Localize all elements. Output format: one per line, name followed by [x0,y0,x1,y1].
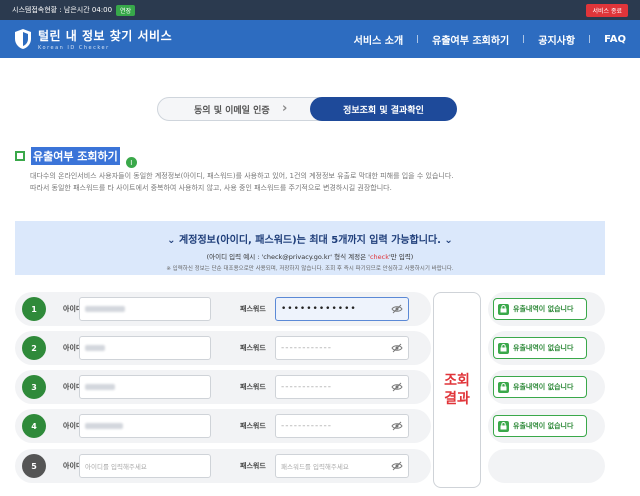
no-leak-badge: 유출내역이 없습니다 [493,415,587,437]
password-label: 패스워드 [240,422,266,430]
notice-title: ⌄ 계정정보(아이디, 패스워드)는 최대 5개까지 입력 가능합니다. ⌄ [15,231,605,246]
account-row: 3 아이디 패스워드 ------------ [15,370,431,404]
session-status: 시스템접속현황 : 남은시간 04:00 연장 [12,4,136,16]
nav-service-intro[interactable]: 서비스 소개 [354,32,403,47]
section-header: 유출여부 조회하기 I [15,143,137,168]
password-mask: ------------ [281,421,332,431]
id-input[interactable] [79,336,211,360]
site-logo[interactable]: 털린 내 정보 찾기 서비스 Korean ID Checker [14,27,172,51]
logo-subtitle: Korean ID Checker [38,45,110,51]
nav-notice[interactable]: 공지사항 [538,32,575,47]
no-leak-badge: 유출내역이 없습니다 [493,376,587,398]
no-leak-text: 유출내역이 없습니다 [513,305,574,313]
password-label: 패스워드 [240,344,266,352]
row-number: 1 [22,297,46,321]
password-input[interactable]: ------------ [275,414,409,438]
description-line-1: 대다수의 온라인서비스 사용자들이 동일한 계정정보(아이디, 패스워드)를 사… [30,172,454,180]
notice-example: (아이디 입력 예시 : 'check@privacy.go.kr' 형식 계정… [15,251,605,261]
result-cell: 유출내역이 없습니다 [488,292,605,326]
no-leak-text: 유출내역이 없습니다 [513,344,574,352]
no-leak-badge: 유출내역이 없습니다 [493,337,587,359]
input-notice-box: ⌄ 계정정보(아이디, 패스워드)는 최대 5개까지 입력 가능합니다. ⌄ (… [15,221,605,275]
password-mask: ------------ [281,382,332,392]
lock-icon [498,381,509,393]
eye-off-icon[interactable] [391,304,403,314]
password-label: 패스워드 [240,462,266,470]
no-leak-text: 유출내역이 없습니다 [513,383,574,391]
checkbox-icon [15,150,25,161]
lookup-result-label: 조회 결과 [444,373,470,407]
nav-divider [523,35,525,43]
chevron-down-icon: ⌄ [440,235,453,246]
session-timer-text: 시스템접속현황 : 남은시간 04:00 [12,6,113,14]
eye-off-icon[interactable] [391,343,403,353]
logo-title: 털린 내 정보 찾기 서비스 [38,29,173,43]
eye-off-icon[interactable] [391,421,403,431]
nav-divider [417,35,419,43]
result-cell: 유출내역이 없습니다 [488,331,605,365]
chevron-down-icon: ⌄ [167,235,180,246]
account-row: 1 아이디 패스워드 •••••••••••• [15,292,431,326]
result-cell-empty [488,449,605,483]
step-consent-label: 동의 및 이메일 인증 [194,105,270,116]
text-cursor-icon: I [125,157,137,168]
nav-leak-check[interactable]: 유출여부 조회하기 [432,32,509,47]
id-input[interactable] [79,414,211,438]
account-row: 2 아이디 패스워드 ------------ [15,331,431,365]
result-cell: 유출내역이 없습니다 [488,409,605,443]
chevron-right-icon: › [282,101,288,116]
lookup-result-button[interactable]: 조회 결과 [433,292,481,488]
password-input[interactable]: 패스워드를 입력해주세요 [275,454,409,478]
extend-session-button[interactable]: 연장 [116,4,136,16]
password-label: 패스워드 [240,383,266,391]
eye-off-icon[interactable] [391,461,403,471]
password-input[interactable]: ------------ [275,336,409,360]
row-number: 2 [22,336,46,360]
password-label: 패스워드 [240,305,266,313]
no-leak-text: 유출내역이 없습니다 [513,422,574,430]
section-description: 대다수의 온라인서비스 사용자들이 동일한 계정정보(아이디, 패스워드)를 사… [30,170,590,194]
id-input[interactable] [79,375,211,399]
notice-example-suffix: '만 입력) [389,253,414,261]
lock-icon [498,303,509,315]
section-title: 유출여부 조회하기 [31,146,120,165]
password-input[interactable]: •••••••••••• [275,297,409,321]
notice-example-highlight: check [369,253,389,261]
lock-icon [498,342,509,354]
notice-privacy-note: ※ 입력하신 정보는 단순 대조용으로만 사용되며, 저장하지 않습니다. 조회… [166,266,454,272]
account-row: 4 아이디 패스워드 ------------ [15,409,431,443]
password-mask: ------------ [281,343,332,353]
shield-icon [15,29,31,49]
site-header: 털린 내 정보 찾기 서비스 Korean ID Checker 서비스 소개 … [0,20,640,58]
main-nav: 서비스 소개 유출여부 조회하기 공지사항 FAQ [354,32,626,47]
id-input[interactable]: 아이디를 입력해주세요 [79,454,211,478]
account-row: 5 아이디 아이디를 입력해주세요 패스워드 패스워드를 입력해주세요 [15,449,431,483]
notice-example-prefix: (아이디 입력 예시 : 'check@privacy.go.kr' 형식 계정… [206,253,370,261]
row-number: 5 [22,454,46,478]
top-status-bar: 시스템접속현황 : 남은시간 04:00 연장 서비스 종료 [0,0,640,20]
id-placeholder: 아이디를 입력해주세요 [85,463,147,471]
end-service-button[interactable]: 서비스 종료 [586,3,628,17]
no-leak-badge: 유출내역이 없습니다 [493,298,587,320]
nav-divider [589,35,591,43]
password-mask: •••••••••••• [281,304,357,314]
step-lookup-result: 정보조회 및 결과확인 [310,97,457,121]
result-cell: 유출내역이 없습니다 [488,370,605,404]
lock-icon [498,420,509,432]
description-line-2: 따라서 동일한 패스워드를 타 사이트에서 중복하여 사용하지 않고, 사용 중… [30,184,392,192]
password-input[interactable]: ------------ [275,375,409,399]
row-number: 3 [22,375,46,399]
progress-steps: 동의 및 이메일 인증 › 정보조회 및 결과확인 [157,97,457,121]
password-placeholder: 패스워드를 입력해주세요 [281,463,349,471]
id-input[interactable] [79,297,211,321]
nav-faq[interactable]: FAQ [604,34,626,45]
row-number: 4 [22,414,46,438]
eye-off-icon[interactable] [391,382,403,392]
notice-title-text: 계정정보(아이디, 패스워드)는 최대 5개까지 입력 가능합니다. [179,235,441,246]
